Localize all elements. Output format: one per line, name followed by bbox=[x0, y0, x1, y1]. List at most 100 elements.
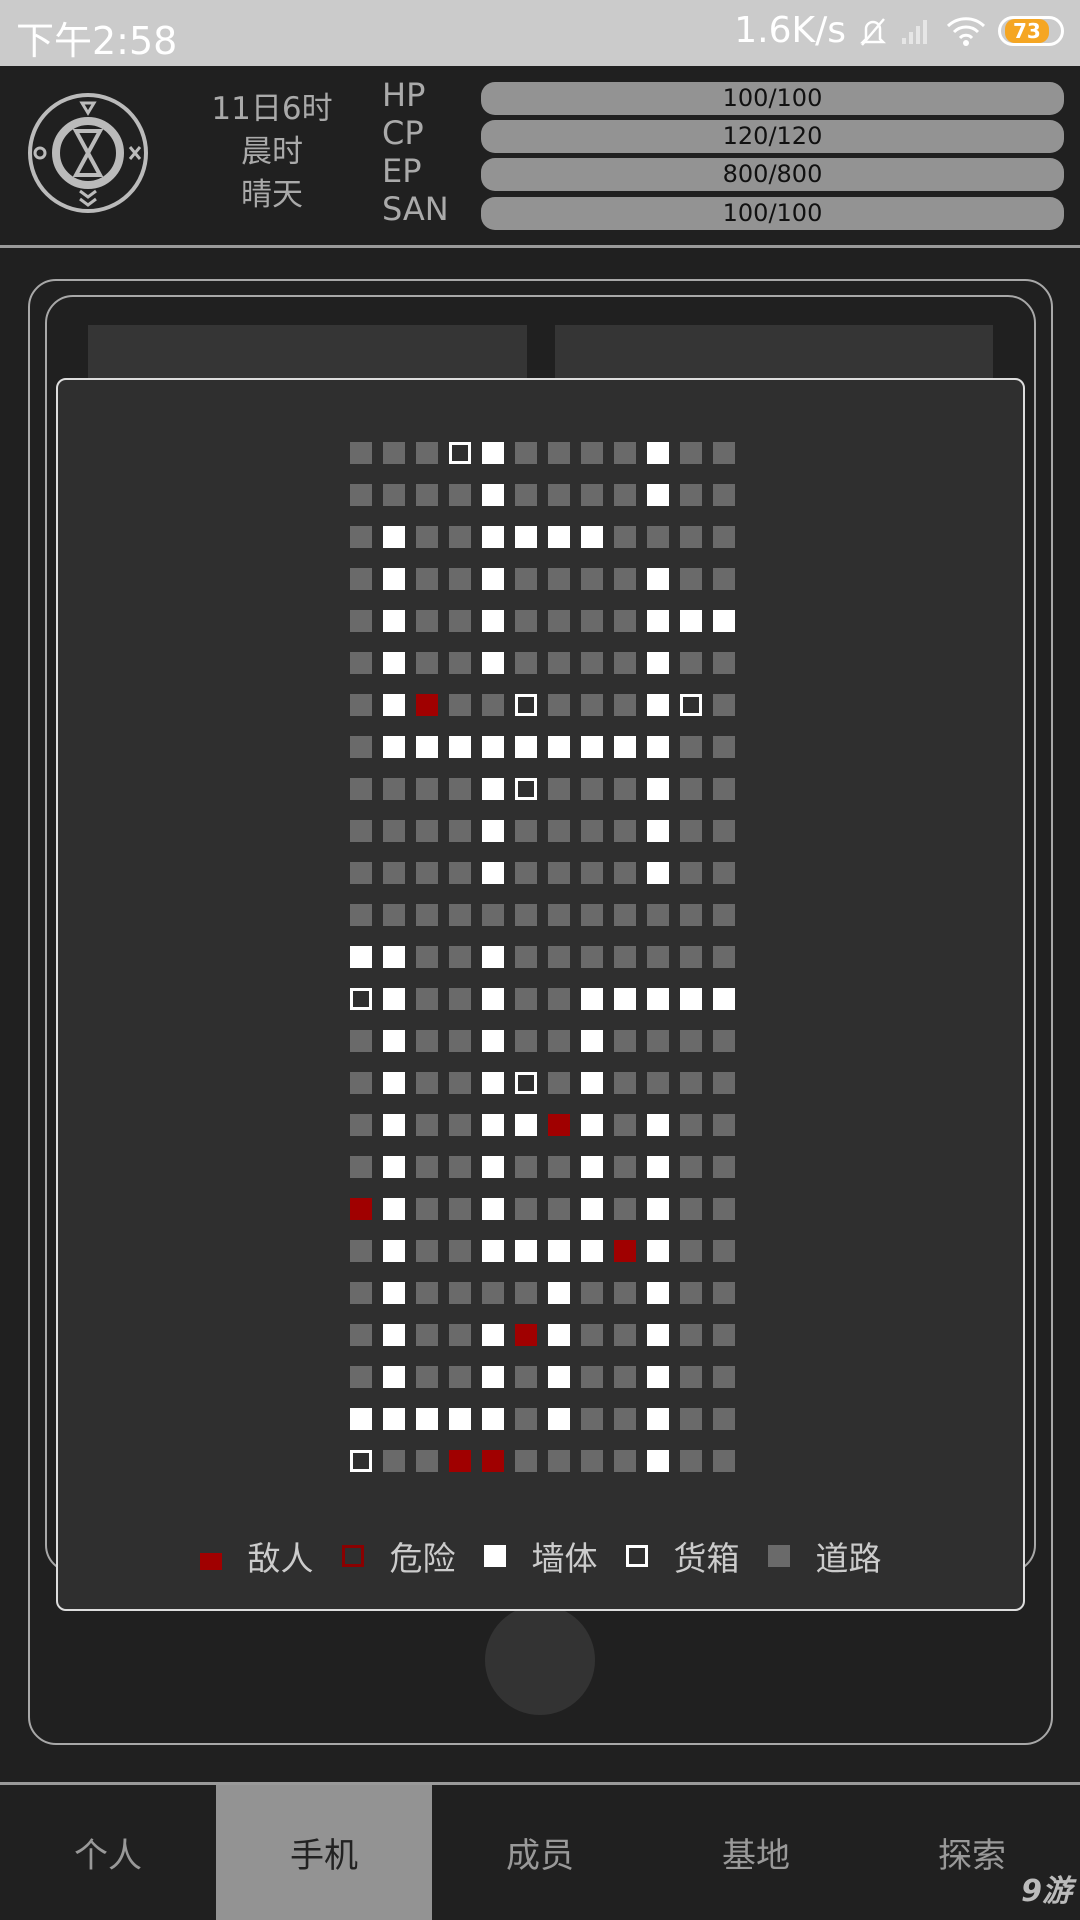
map-cell-road[interactable] bbox=[383, 862, 405, 884]
map-cell-road[interactable] bbox=[713, 1240, 735, 1262]
map-cell-wall[interactable] bbox=[647, 1324, 669, 1346]
map-cell-road[interactable] bbox=[515, 1198, 537, 1220]
map-cell-wall[interactable] bbox=[581, 1072, 603, 1094]
map-cell-road[interactable] bbox=[713, 1450, 735, 1472]
map-cell-road[interactable] bbox=[548, 778, 570, 800]
map-cell-road[interactable] bbox=[548, 988, 570, 1010]
map-cell-road[interactable] bbox=[416, 1450, 438, 1472]
map-cell-wall[interactable] bbox=[581, 1030, 603, 1052]
map-cell-road[interactable] bbox=[680, 1366, 702, 1388]
map-cell-road[interactable] bbox=[548, 610, 570, 632]
map-cell-road[interactable] bbox=[449, 610, 471, 632]
map-cell-road[interactable] bbox=[680, 1240, 702, 1262]
hourglass-compass-icon[interactable] bbox=[26, 91, 150, 215]
map-cell-wall[interactable] bbox=[515, 526, 537, 548]
map-cell-wall[interactable] bbox=[647, 736, 669, 758]
map-cell-wall[interactable] bbox=[614, 736, 636, 758]
map-cell-road[interactable] bbox=[449, 778, 471, 800]
map-cell-road[interactable] bbox=[416, 946, 438, 968]
map-cell-wall[interactable] bbox=[680, 610, 702, 632]
map-cell-wall[interactable] bbox=[581, 1156, 603, 1178]
map-cell-road[interactable] bbox=[350, 862, 372, 884]
map-cell-road[interactable] bbox=[614, 526, 636, 548]
map-cell-wall[interactable] bbox=[548, 526, 570, 548]
map-cell-road[interactable] bbox=[449, 568, 471, 590]
map-cell-wall[interactable] bbox=[647, 820, 669, 842]
map-cell-wall[interactable] bbox=[581, 526, 603, 548]
map-cell-road[interactable] bbox=[713, 694, 735, 716]
map-cell-road[interactable] bbox=[713, 946, 735, 968]
map-cell-road[interactable] bbox=[614, 862, 636, 884]
map-cell-road[interactable] bbox=[515, 484, 537, 506]
map-cell-road[interactable] bbox=[449, 1156, 471, 1178]
map-cell-wall[interactable] bbox=[647, 694, 669, 716]
map-cell-wall[interactable] bbox=[350, 946, 372, 968]
map-cell-road[interactable] bbox=[416, 652, 438, 674]
map-cell-road[interactable] bbox=[614, 778, 636, 800]
map-cell-road[interactable] bbox=[515, 904, 537, 926]
map-cell-road[interactable] bbox=[614, 946, 636, 968]
map-cell-wall[interactable] bbox=[548, 1282, 570, 1304]
map-cell-road[interactable] bbox=[713, 1198, 735, 1220]
map-cell-road[interactable] bbox=[350, 1324, 372, 1346]
map-cell-wall[interactable] bbox=[581, 1198, 603, 1220]
map-cell-road[interactable] bbox=[350, 568, 372, 590]
map-cell-road[interactable] bbox=[416, 988, 438, 1010]
map-cell-crate[interactable] bbox=[350, 988, 372, 1010]
map-cell-enemy[interactable] bbox=[350, 1198, 372, 1220]
map-cell-road[interactable] bbox=[680, 1198, 702, 1220]
map-cell-road[interactable] bbox=[647, 946, 669, 968]
map-cell-enemy[interactable] bbox=[482, 1450, 504, 1472]
map-cell-road[interactable] bbox=[383, 484, 405, 506]
map-cell-road[interactable] bbox=[515, 568, 537, 590]
map-cell-road[interactable] bbox=[515, 862, 537, 884]
map-cell-wall[interactable] bbox=[647, 442, 669, 464]
map-cell-road[interactable] bbox=[515, 1408, 537, 1430]
map-cell-road[interactable] bbox=[614, 1072, 636, 1094]
tab-0[interactable]: 个人 bbox=[0, 1785, 216, 1920]
map-cell-wall[interactable] bbox=[647, 652, 669, 674]
map-cell-wall[interactable] bbox=[482, 1030, 504, 1052]
map-cell-road[interactable] bbox=[449, 820, 471, 842]
map-cell-enemy[interactable] bbox=[515, 1324, 537, 1346]
map-cell-wall[interactable] bbox=[383, 1072, 405, 1094]
map-cell-road[interactable] bbox=[548, 946, 570, 968]
map-cell-road[interactable] bbox=[416, 862, 438, 884]
map-cell-road[interactable] bbox=[350, 1114, 372, 1136]
map-cell-wall[interactable] bbox=[647, 1114, 669, 1136]
map-cell-wall[interactable] bbox=[482, 1240, 504, 1262]
map-cell-wall[interactable] bbox=[482, 736, 504, 758]
map-cell-road[interactable] bbox=[713, 1072, 735, 1094]
map-cell-road[interactable] bbox=[350, 694, 372, 716]
map-cell-road[interactable] bbox=[416, 1114, 438, 1136]
map-cell-wall[interactable] bbox=[482, 988, 504, 1010]
map-cell-road[interactable] bbox=[548, 1072, 570, 1094]
map-cell-wall[interactable] bbox=[383, 988, 405, 1010]
tab-1[interactable]: 手机 bbox=[216, 1785, 432, 1920]
map-cell-road[interactable] bbox=[680, 442, 702, 464]
map-cell-road[interactable] bbox=[713, 1324, 735, 1346]
map-cell-road[interactable] bbox=[680, 1072, 702, 1094]
map-cell-wall[interactable] bbox=[581, 988, 603, 1010]
map-cell-road[interactable] bbox=[416, 526, 438, 548]
map-cell-wall[interactable] bbox=[614, 988, 636, 1010]
map-cell-road[interactable] bbox=[515, 442, 537, 464]
map-cell-wall[interactable] bbox=[647, 1156, 669, 1178]
map-cell-road[interactable] bbox=[350, 736, 372, 758]
map-cell-wall[interactable] bbox=[647, 1240, 669, 1262]
map-cell-road[interactable] bbox=[416, 1198, 438, 1220]
map-cell-road[interactable] bbox=[416, 1324, 438, 1346]
map-cell-road[interactable] bbox=[680, 904, 702, 926]
map-cell-road[interactable] bbox=[416, 904, 438, 926]
map-cell-wall[interactable] bbox=[482, 1366, 504, 1388]
map-cell-road[interactable] bbox=[713, 736, 735, 758]
map-cell-road[interactable] bbox=[680, 1408, 702, 1430]
map-cell-road[interactable] bbox=[548, 694, 570, 716]
map-cell-road[interactable] bbox=[680, 1030, 702, 1052]
map-cell-road[interactable] bbox=[713, 1408, 735, 1430]
map-cell-road[interactable] bbox=[713, 568, 735, 590]
map-cell-road[interactable] bbox=[548, 484, 570, 506]
map-cell-wall[interactable] bbox=[383, 694, 405, 716]
map-cell-road[interactable] bbox=[449, 1072, 471, 1094]
map-cell-road[interactable] bbox=[416, 442, 438, 464]
